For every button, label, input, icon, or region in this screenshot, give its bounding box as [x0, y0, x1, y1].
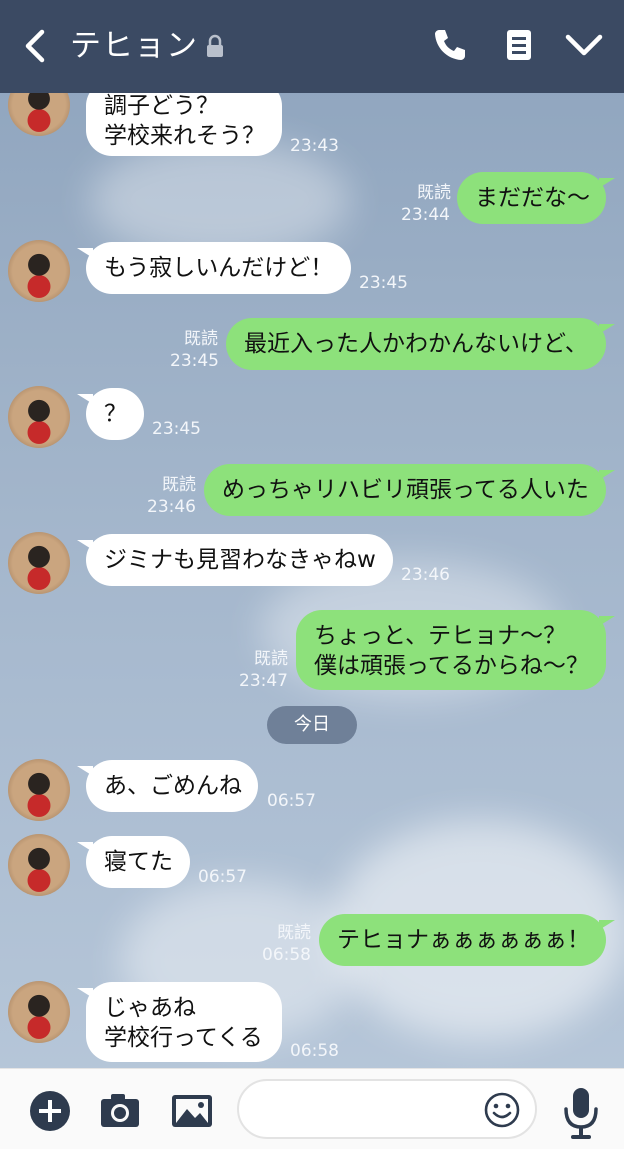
plus-icon[interactable] [28, 1089, 72, 1133]
contact-avatar[interactable] [8, 981, 70, 1043]
incoming-message-bubble: もう寂しいんだけど！ [77, 242, 351, 294]
message-time: 23:45 [170, 351, 219, 371]
incoming-message-bubble: ジミナも見習わなきゃねw [77, 534, 393, 586]
date-separator: 今日 [267, 706, 357, 744]
message-time: 23:46 [147, 497, 196, 517]
message-time: 06:58 [262, 945, 311, 965]
message-time: 23:44 [401, 205, 450, 225]
microphone-icon[interactable] [560, 1085, 602, 1141]
contact-avatar[interactable] [8, 386, 70, 448]
message-time: 23:45 [152, 419, 201, 439]
incoming-message-bubble: ？ [77, 388, 144, 440]
chat-header: テヒョン [0, 0, 624, 93]
outgoing-message-bubble: 最近入った人かわかんないけど、 [226, 318, 615, 370]
message-time: 23:43 [290, 136, 339, 156]
outgoing-message-bubble: ちょっと、テヒョナ〜？ 僕は頑張ってるからね〜？ [296, 610, 615, 690]
message-time: 23:45 [359, 273, 408, 293]
notes-icon[interactable] [499, 25, 539, 65]
read-receipt: 既読 [254, 649, 288, 669]
contact-avatar[interactable] [8, 532, 70, 594]
lock-icon [207, 34, 223, 57]
chevron-down-icon[interactable] [564, 25, 604, 65]
read-receipt: 既読 [417, 183, 451, 203]
contact-avatar[interactable] [8, 759, 70, 821]
read-receipt: 既読 [162, 475, 196, 495]
message-time: 23:46 [401, 565, 450, 585]
message-time: 23:47 [239, 671, 288, 691]
message-input-field[interactable] [237, 1079, 537, 1139]
back-icon[interactable] [18, 26, 54, 66]
outgoing-message-bubble: まだだな〜 [457, 172, 615, 224]
contact-avatar[interactable] [8, 240, 70, 302]
message-time: 06:57 [267, 791, 316, 811]
image-icon[interactable] [170, 1089, 214, 1133]
read-receipt: 既読 [184, 329, 218, 349]
incoming-message-bubble: 寝てた [77, 836, 190, 888]
message-input-bar [0, 1068, 624, 1149]
camera-icon[interactable] [98, 1089, 142, 1133]
incoming-message-bubble: じゃあね 学校行ってくる [77, 982, 282, 1062]
chat-title: テヒョン [70, 28, 198, 64]
contact-avatar[interactable] [8, 834, 70, 896]
read-receipt: 既読 [277, 923, 311, 943]
phone-icon[interactable] [430, 25, 470, 65]
outgoing-message-bubble: めっちゃリハビリ頑張ってる人いた [204, 464, 615, 516]
message-time: 06:57 [198, 867, 247, 887]
message-time: 06:58 [290, 1041, 339, 1061]
outgoing-message-bubble: テヒョナぁぁぁぁぁぁ！ [319, 914, 615, 966]
incoming-message-bubble: あ、ごめんね [77, 760, 258, 812]
smiley-icon[interactable] [483, 1091, 521, 1129]
